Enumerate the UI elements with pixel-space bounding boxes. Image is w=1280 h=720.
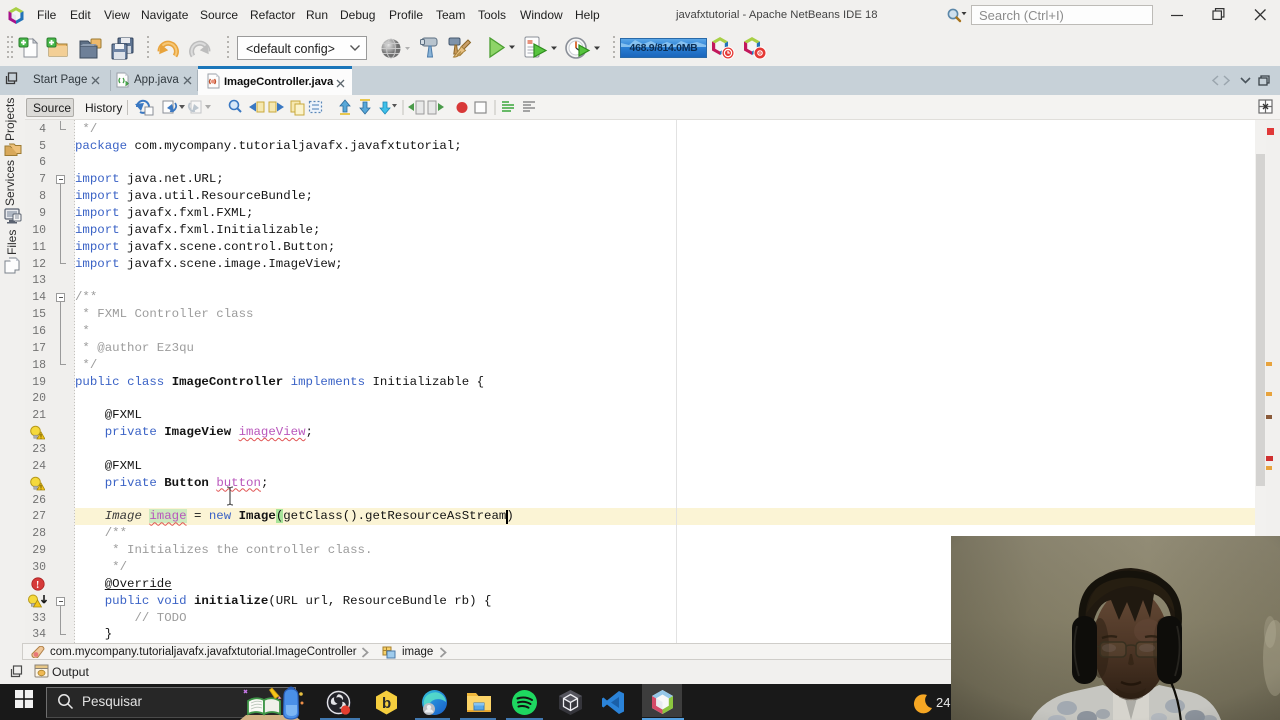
svg-text:!: !	[40, 434, 42, 440]
svg-text:!: !	[36, 580, 39, 591]
svg-text:!: !	[40, 485, 42, 491]
svg-text:b: b	[382, 695, 391, 712]
